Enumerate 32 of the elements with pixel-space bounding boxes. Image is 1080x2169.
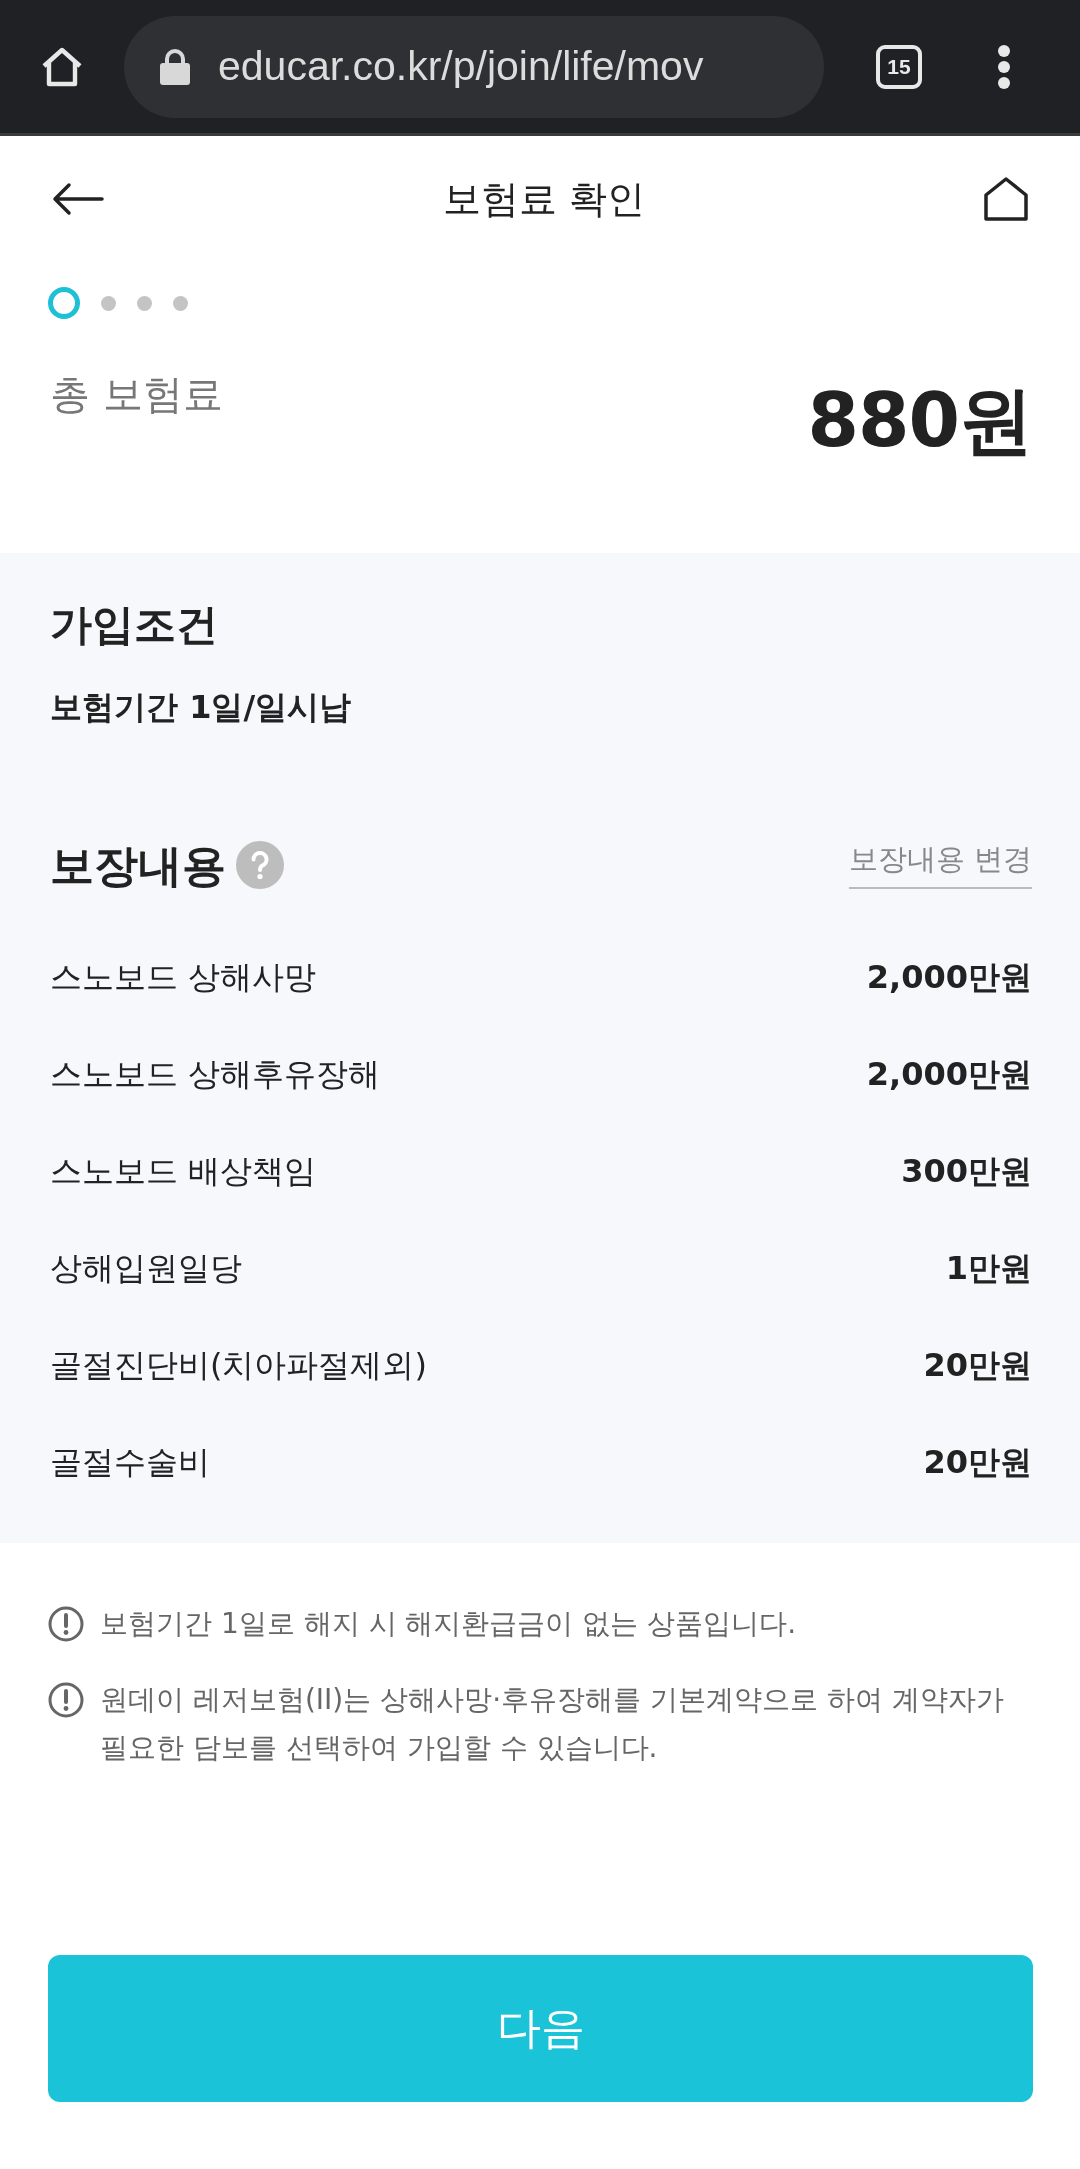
menu-button[interactable] xyxy=(997,43,1011,90)
alert-icon xyxy=(48,1682,84,1719)
notice-text: 보험기간 1일로 해지 시 해지환급금이 없는 상품입니다. xyxy=(100,1606,797,1643)
section-title: 보장내용 xyxy=(50,838,226,893)
section-title: 가입조건 xyxy=(50,599,219,651)
condition-text: 보험기간 1일/일시납 xyxy=(50,686,353,728)
total-premium-label: 총 보험료 xyxy=(50,370,223,418)
back-arrow-icon xyxy=(52,182,104,216)
url-text: educar.co.kr/p/join/life/mov xyxy=(218,43,704,90)
coverage-name: 스노보드 상해후유장해 xyxy=(50,1053,381,1095)
address-bar[interactable]: educar.co.kr/p/join/life/mov xyxy=(124,15,824,118)
coverage-name: 골절진단비(치아파절제외) xyxy=(50,1344,427,1386)
coverage-amount: 300만원 xyxy=(901,1150,1032,1192)
coverage-name: 상해입원일당 xyxy=(50,1247,242,1289)
coverage-amount: 20만원 xyxy=(923,1441,1032,1483)
alert-icon xyxy=(48,1606,84,1643)
coverage-amount: 1만원 xyxy=(945,1247,1032,1289)
total-premium-amount: 880원 xyxy=(807,376,1032,465)
coverage-amount: 20만원 xyxy=(923,1344,1032,1386)
home-icon xyxy=(984,177,1028,221)
notice-text: 원데이 레저보험(II)는 상해사망·후유장해를 기본계약으로 하여 계약자가 필요한 담보를 선택하여 가입할 수 있습니다. xyxy=(100,1682,1005,1767)
coverage-name: 스노보드 배상책임 xyxy=(50,1150,317,1192)
menu-icon xyxy=(997,43,1011,90)
tab-count-button[interactable]: 15 xyxy=(876,44,922,89)
back-button[interactable] xyxy=(52,182,104,216)
home-button[interactable] xyxy=(984,177,1028,221)
lock-icon xyxy=(160,48,190,85)
coverage-amount: 2,000만원 xyxy=(866,956,1032,998)
coverage-amount: 2,000만원 xyxy=(866,1053,1032,1095)
coverage-name: 골절수술비 xyxy=(50,1441,210,1483)
coverage-name: 스노보드 상해사망 xyxy=(50,956,317,998)
page-title: 보험료 확인 xyxy=(442,175,646,223)
